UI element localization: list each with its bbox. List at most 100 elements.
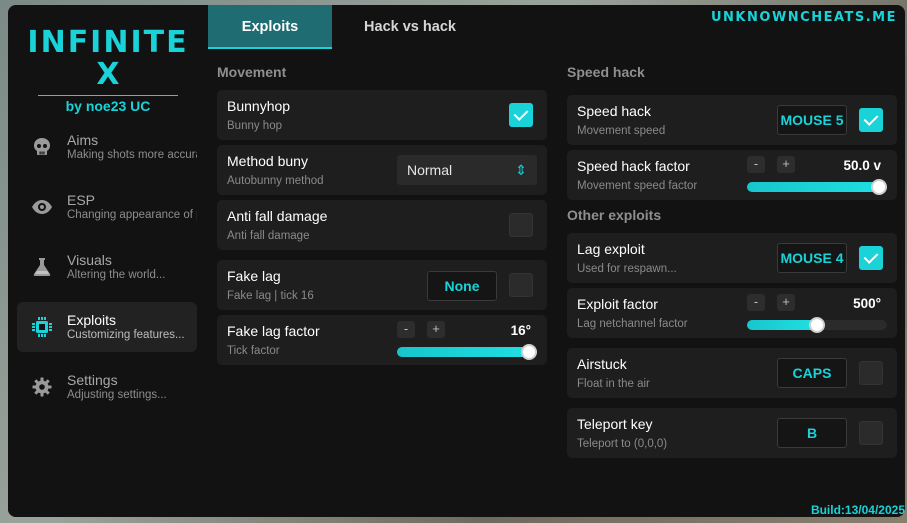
section-title-speed-hack: Speed hack xyxy=(567,64,645,80)
chip-icon xyxy=(31,316,53,338)
lag-exploit-checkbox[interactable] xyxy=(859,246,883,270)
slider-thumb[interactable] xyxy=(871,179,887,195)
slider-fill xyxy=(747,182,887,192)
flask-icon xyxy=(31,256,53,278)
gear-icon xyxy=(31,376,53,398)
row-desc: Movement speed xyxy=(577,125,666,137)
section-title-movement: Movement xyxy=(217,64,287,80)
row-teleport-key: Teleport key Teleport to (0,0,0) B xyxy=(567,408,897,458)
logo: INFINITE X by noe23 UC xyxy=(8,25,208,115)
slider-fill xyxy=(397,347,537,357)
sidebar-nav: Aims Making shots more accurate ESP Chan… xyxy=(17,122,197,422)
fake-lag-checkbox[interactable] xyxy=(509,273,533,297)
speed-hack-keybind-button[interactable]: MOUSE 5 xyxy=(777,105,847,135)
exploit-factor-slider[interactable] xyxy=(747,317,887,333)
row-title: Exploit factor xyxy=(577,296,658,312)
bunnyhop-checkbox[interactable] xyxy=(509,103,533,127)
sidebar: INFINITE X by noe23 UC Aims Making shots… xyxy=(8,5,208,517)
row-title: Teleport key xyxy=(577,416,653,432)
section-title-other-exploits: Other exploits xyxy=(567,207,662,223)
row-speed-hack: Speed hack Movement speed MOUSE 5 xyxy=(567,95,897,145)
row-desc: Tick factor xyxy=(227,345,280,357)
increment-button[interactable]: + xyxy=(427,321,445,338)
row-title: Anti fall damage xyxy=(227,208,328,224)
chevron-updown-icon: ⇕ xyxy=(515,162,527,178)
teleport-checkbox[interactable] xyxy=(859,421,883,445)
logo-author: by noe23 UC xyxy=(65,98,151,114)
row-bunnyhop: Bunnyhop Bunny hop xyxy=(217,90,547,140)
slider-value: 50.0 v xyxy=(843,158,881,173)
tab-exploits[interactable]: Exploits xyxy=(208,5,332,49)
slider-fill xyxy=(747,320,817,330)
airstuck-checkbox[interactable] xyxy=(859,361,883,385)
slider-thumb[interactable] xyxy=(521,344,537,360)
slider-thumb[interactable] xyxy=(809,317,825,333)
sidebar-item-desc: Adjusting settings... xyxy=(67,389,167,401)
row-title: Method buny xyxy=(227,153,308,169)
row-title: Speed hack factor xyxy=(577,158,690,174)
decrement-button[interactable]: - xyxy=(747,156,765,173)
row-fake-lag-factor: Fake lag factor Tick factor - + 16° xyxy=(217,315,547,365)
logo-title: INFINITE xyxy=(27,25,189,60)
row-desc: Movement speed factor xyxy=(577,180,698,192)
sidebar-item-desc: Customizing features... xyxy=(67,329,185,341)
sidebar-item-title: Visuals xyxy=(67,252,112,268)
row-desc: Lag netchannel factor xyxy=(577,318,688,330)
sidebar-item-title: Settings xyxy=(67,372,118,388)
method-buny-select[interactable]: Normal ⇕ xyxy=(397,155,537,185)
row-title: Airstuck xyxy=(577,356,627,372)
row-desc: Teleport to (0,0,0) xyxy=(577,438,668,450)
sidebar-item-visuals[interactable]: Visuals Altering the world... xyxy=(17,242,197,292)
row-title: Lag exploit xyxy=(577,241,645,257)
row-anti-fall-damage: Anti fall damage Anti fall damage xyxy=(217,200,547,250)
slider-value: 500° xyxy=(853,296,881,311)
speed-hack-checkbox[interactable] xyxy=(859,108,883,132)
skull-icon xyxy=(31,136,53,158)
lag-exploit-keybind-button[interactable]: MOUSE 4 xyxy=(777,243,847,273)
sidebar-item-desc: Changing appearance of players xyxy=(67,209,197,221)
row-fake-lag: Fake lag Fake lag | tick 16 None xyxy=(217,260,547,310)
tab-hack-vs-hack[interactable]: Hack vs hack xyxy=(348,5,472,49)
increment-button[interactable]: + xyxy=(777,156,795,173)
sidebar-item-exploits[interactable]: Exploits Customizing features... xyxy=(17,302,197,352)
brand-watermark: UNKNOWNCHEATS.ME xyxy=(711,10,897,25)
sidebar-item-desc: Altering the world... xyxy=(67,269,166,281)
sidebar-item-title: Aims xyxy=(67,132,99,148)
decrement-button[interactable]: - xyxy=(397,321,415,338)
build-label: Build:13/04/2025 xyxy=(810,503,905,517)
row-title: Bunnyhop xyxy=(227,98,291,114)
row-lag-exploit: Lag exploit Used for respawn... MOUSE 4 xyxy=(567,233,897,283)
sidebar-item-settings[interactable]: Settings Adjusting settings... xyxy=(17,362,197,412)
anti-fall-damage-checkbox[interactable] xyxy=(509,213,533,237)
eye-icon xyxy=(31,196,53,218)
sidebar-item-desc: Making shots more accurate xyxy=(67,149,197,161)
decrement-button[interactable]: - xyxy=(747,294,765,311)
logo-divider xyxy=(38,95,178,96)
logo-x: X xyxy=(96,57,120,92)
fake-lag-keybind-button[interactable]: None xyxy=(427,271,497,301)
teleport-keybind-button[interactable]: B xyxy=(777,418,847,448)
row-desc: Anti fall damage xyxy=(227,230,310,242)
speed-hack-factor-slider[interactable] xyxy=(747,179,887,195)
airstuck-keybind-button[interactable]: CAPS xyxy=(777,358,847,388)
row-method-buny: Method buny Autobunny method Normal ⇕ xyxy=(217,145,547,195)
select-value: Normal xyxy=(407,162,453,178)
row-speed-hack-factor: Speed hack factor Movement speed factor … xyxy=(567,150,897,200)
row-desc: Float in the air xyxy=(577,378,650,390)
row-title: Fake lag factor xyxy=(227,323,320,339)
fake-lag-factor-slider[interactable] xyxy=(397,344,537,360)
sidebar-item-title: ESP xyxy=(67,192,96,208)
sidebar-item-title: Exploits xyxy=(67,312,117,328)
row-exploit-factor: Exploit factor Lag netchannel factor - +… xyxy=(567,288,897,338)
row-title: Fake lag xyxy=(227,268,281,284)
cheat-menu-window: UNKNOWNCHEATS.ME INFINITE X by noe23 UC … xyxy=(8,5,905,517)
increment-button[interactable]: + xyxy=(777,294,795,311)
row-desc: Autobunny method xyxy=(227,175,324,187)
row-desc: Fake lag | tick 16 xyxy=(227,290,314,302)
sidebar-item-esp[interactable]: ESP Changing appearance of players xyxy=(17,182,197,232)
row-airstuck: Airstuck Float in the air CAPS xyxy=(567,348,897,398)
slider-value: 16° xyxy=(510,323,531,338)
sidebar-item-aims[interactable]: Aims Making shots more accurate xyxy=(17,122,197,172)
row-desc: Used for respawn... xyxy=(577,263,677,275)
row-title: Speed hack xyxy=(577,103,651,119)
